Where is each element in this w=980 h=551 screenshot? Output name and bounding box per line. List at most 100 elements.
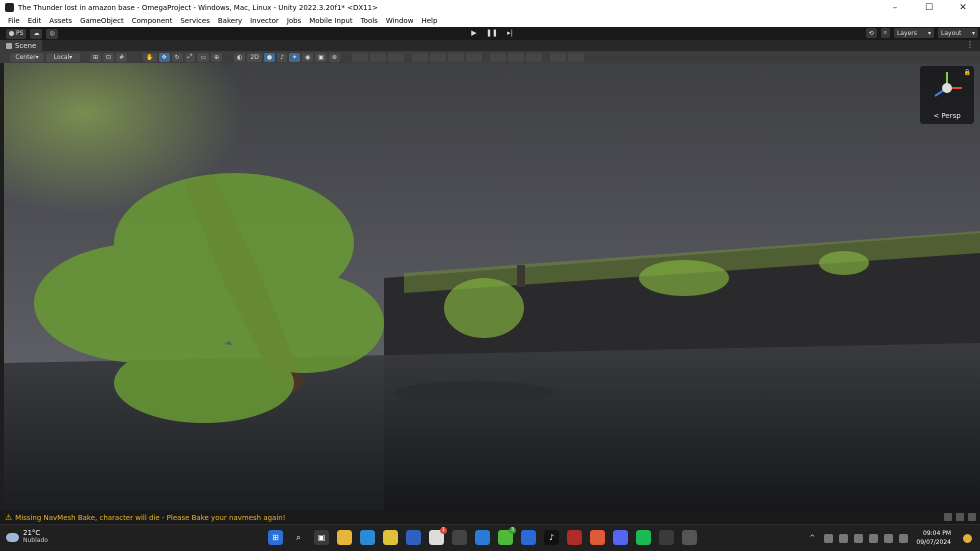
toggle-2d-button[interactable]: 2D (247, 52, 262, 62)
menu-tools[interactable]: Tools (357, 17, 382, 25)
play-button[interactable]: ▶ (467, 28, 481, 38)
wifi-icon[interactable] (869, 533, 879, 543)
history-button[interactable]: ⟲ (865, 28, 877, 38)
hidden-objects-toggle[interactable]: ◉ (301, 52, 314, 62)
overlay-slot-12[interactable] (567, 52, 584, 62)
chrome-browser-icon[interactable] (383, 530, 398, 545)
overlay-slot-1[interactable] (351, 52, 368, 62)
menu-assets[interactable]: Assets (45, 17, 76, 25)
cloud-button[interactable]: ☁ (30, 28, 43, 39)
menu-component[interactable]: Component (128, 17, 177, 25)
overlay-slot-6[interactable] (447, 52, 464, 62)
search-button[interactable]: ⌕ (880, 28, 890, 38)
system-clock[interactable]: 09:04 PM 09/07/2024 (916, 529, 951, 547)
grid-lines-icon: # (119, 53, 125, 61)
rotate-tool-button[interactable]: ↻ (171, 52, 183, 62)
camera-settings-button[interactable]: ▣ (315, 52, 327, 62)
overlay-slot-11[interactable] (549, 52, 566, 62)
steam-icon[interactable] (839, 533, 849, 543)
overlay-slot-4[interactable] (411, 52, 428, 62)
more-options-icon[interactable]: ⋮ (966, 40, 974, 49)
menu-gameobject[interactable]: GameObject (76, 17, 128, 25)
status-bar[interactable]: ⚠ Missing NavMesh Bake, character will d… (0, 511, 980, 524)
hand-tool-button[interactable]: ✋ (143, 52, 157, 62)
weather-condition: Nublado (23, 537, 48, 544)
grid-visibility-button[interactable]: # (116, 52, 128, 62)
weather-widget[interactable]: 21°C Nublado (6, 529, 48, 545)
chevron-up-icon[interactable]: ^ (809, 534, 818, 543)
recorder-icon[interactable] (567, 530, 582, 545)
lighting-toggle[interactable]: ● (263, 52, 276, 62)
scale-tool-button[interactable]: ⤢ (184, 52, 196, 62)
overlay-slot-2[interactable] (369, 52, 386, 62)
overlay-slot-7[interactable] (465, 52, 482, 62)
account-button[interactable]: PS (6, 28, 27, 39)
tab-scene[interactable]: Scene (0, 40, 43, 51)
snap-increment-button[interactable]: ⊡ (103, 52, 115, 62)
transform-tool-button[interactable]: ⊕ (211, 52, 223, 62)
collab-button[interactable]: ◎ (46, 28, 58, 39)
security-icon[interactable] (854, 533, 864, 543)
speaker-icon[interactable] (884, 533, 894, 543)
progress-icon[interactable] (956, 513, 964, 521)
office-icon[interactable] (590, 530, 605, 545)
lock-icon[interactable]: 🔒 (964, 69, 971, 76)
scene-viewport[interactable]: 🔒 < Persp (4, 63, 980, 511)
cloud-sync-icon[interactable] (824, 533, 834, 543)
status-message[interactable]: Missing NavMesh Bake, character will die… (15, 514, 285, 522)
pause-button[interactable]: ❚❚ (485, 28, 499, 38)
distant-trunk (517, 265, 525, 287)
step-button[interactable]: ▸| (503, 28, 517, 38)
unity-editor-icon[interactable] (682, 530, 697, 545)
tiktok-icon[interactable]: ♪ (544, 530, 559, 545)
projection-label[interactable]: < Persp (920, 112, 974, 120)
spotify-icon[interactable] (636, 530, 651, 545)
overlay-slot-10[interactable] (525, 52, 542, 62)
audio-toggle[interactable]: ♪ (277, 52, 287, 62)
overlay-slot-8[interactable] (489, 52, 506, 62)
copilot-icon[interactable] (963, 533, 972, 543)
battery-icon[interactable] (899, 533, 909, 543)
edge-browser-icon[interactable] (360, 530, 375, 545)
start-menu-icon[interactable]: ⊞ (268, 530, 283, 545)
overlay-slot-9[interactable] (507, 52, 524, 62)
menu-window[interactable]: Window (382, 17, 418, 25)
bug-icon[interactable] (968, 513, 976, 521)
effects-dropdown[interactable]: ✦ (288, 52, 300, 62)
menu-mobile-input[interactable]: Mobile Input (305, 17, 356, 25)
draw-mode-dropdown[interactable]: ◐ (234, 52, 246, 62)
space-dropdown[interactable]: Local ▾ (46, 52, 80, 62)
minimize-button[interactable]: – (878, 0, 912, 15)
whatsapp-icon[interactable]: 3 (498, 527, 516, 545)
menu-invector[interactable]: Invector (246, 17, 283, 25)
file-explorer-icon[interactable] (337, 530, 352, 545)
menu-services[interactable]: Services (176, 17, 214, 25)
menu-edit[interactable]: Edit (24, 17, 46, 25)
pivot-dropdown[interactable]: Center ▾ (10, 52, 44, 62)
task-view-icon[interactable]: ▣ (314, 530, 329, 545)
menu-file[interactable]: File (4, 17, 24, 25)
grid-snap-button[interactable]: ⊞ (90, 52, 102, 62)
rect-tool-button[interactable]: ▭ (197, 52, 210, 62)
console-icon[interactable] (944, 513, 952, 521)
onedrive-icon[interactable] (521, 530, 536, 545)
unity-hub-icon[interactable] (452, 530, 467, 545)
discord-icon[interactable] (613, 530, 628, 545)
menu-help[interactable]: Help (417, 17, 441, 25)
gizmos-dropdown[interactable]: ⊛ (328, 52, 340, 62)
photos-icon[interactable] (659, 530, 674, 545)
menu-jobs[interactable]: Jobs (283, 17, 305, 25)
maximize-button[interactable]: ☐ (912, 0, 946, 15)
search-icon[interactable]: ⌕ (291, 530, 306, 545)
menu-bakery[interactable]: Bakery (214, 17, 246, 25)
dropbox-icon[interactable] (406, 530, 421, 545)
ms-store-icon[interactable]: 1 (429, 527, 447, 545)
overlay-slot-5[interactable] (429, 52, 446, 62)
overlay-slot-3[interactable] (387, 52, 404, 62)
layers-dropdown[interactable]: Layers ▾ (894, 28, 934, 38)
move-tool-button[interactable]: ✥ (158, 52, 170, 62)
visual-studio-code-icon[interactable] (475, 530, 490, 545)
layout-dropdown[interactable]: Layout ▾ (938, 28, 978, 38)
orientation-gizmo[interactable]: 🔒 < Persp (920, 66, 974, 124)
close-button[interactable]: ✕ (946, 0, 980, 15)
